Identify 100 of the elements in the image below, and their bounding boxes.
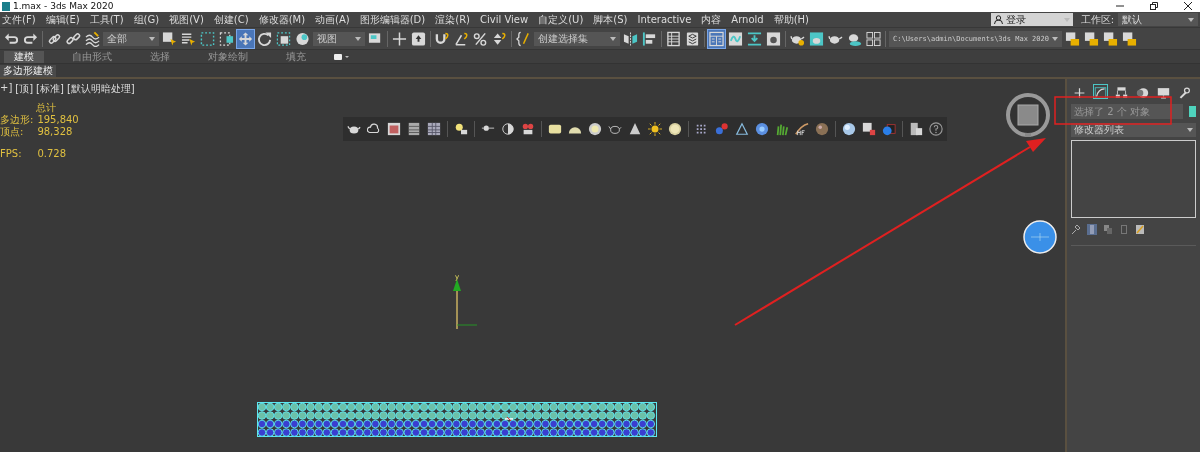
wave-icon xyxy=(85,30,100,47)
table-icon xyxy=(666,30,681,47)
menu-item[interactable]: 内容 xyxy=(701,12,722,27)
menu-item[interactable]: 视图(V) xyxy=(169,12,204,27)
camera-icon[interactable] xyxy=(521,122,535,136)
toolbar-button[interactable] xyxy=(665,29,682,48)
copy-icon[interactable] xyxy=(1103,224,1113,235)
menu-item[interactable]: 图形编辑器(D) xyxy=(359,12,426,27)
menu-item[interactable]: Interactive xyxy=(637,12,692,27)
toolbar-button[interactable] xyxy=(1063,29,1081,48)
ribbon-tab[interactable]: 对象绘制 xyxy=(198,50,258,63)
toolbar-button[interactable] xyxy=(84,29,101,48)
caret-icon xyxy=(1188,17,1194,22)
toolbar-button[interactable] xyxy=(1120,29,1138,48)
display-toggle-icon[interactable] xyxy=(334,52,350,61)
sphere-icon[interactable] xyxy=(842,122,856,136)
toolbar-button[interactable] xyxy=(256,29,273,48)
menu-item[interactable]: 文件(F) xyxy=(2,12,36,27)
sun-icon[interactable] xyxy=(648,122,662,136)
toolbar-button[interactable] xyxy=(1082,29,1100,48)
menu-item[interactable]: Arnold xyxy=(731,12,764,27)
cloud-icon[interactable] xyxy=(367,122,381,136)
workspace-dropdown[interactable]: 默认 xyxy=(1118,13,1198,26)
broken-link-icon xyxy=(66,30,81,47)
command-panel-tab[interactable] xyxy=(1073,85,1086,98)
toolbar-button[interactable] xyxy=(275,29,292,48)
menu-item[interactable]: 组(G) xyxy=(133,12,160,27)
toolbar-dropdown[interactable]: 视图 xyxy=(313,31,365,46)
command-panel-tab[interactable] xyxy=(1115,85,1128,98)
ribbon-tab[interactable]: 自由形式 xyxy=(62,50,122,63)
hf-icon[interactable] xyxy=(795,122,809,136)
toolbar-button[interactable] xyxy=(746,29,763,48)
image-lock-icon[interactable] xyxy=(862,122,876,136)
ribbon-tab[interactable]: 建模 xyxy=(4,50,44,63)
download-icon xyxy=(747,30,762,47)
toolbar-button[interactable] xyxy=(161,29,178,48)
tent-icon[interactable] xyxy=(735,122,749,136)
toolbar-button[interactable] xyxy=(1101,29,1119,48)
pin-icon[interactable] xyxy=(1071,224,1081,235)
toolbar-dropdown[interactable]: 全部 xyxy=(103,31,159,46)
modifier-stack-panel[interactable] xyxy=(1071,140,1196,218)
menu-item[interactable]: 修改器(M) xyxy=(258,12,306,27)
bulb-icon[interactable] xyxy=(454,122,468,136)
dashed-square-icon xyxy=(219,30,234,47)
toolbar-button[interactable] xyxy=(218,29,235,48)
menu-item[interactable]: 脚本(S) xyxy=(593,12,628,27)
stat-label: 顶点: xyxy=(0,126,25,138)
grass-icon[interactable] xyxy=(775,122,789,136)
phone-window-icon[interactable] xyxy=(909,122,923,136)
window-title: 1.max - 3ds Max 2020 xyxy=(13,0,114,12)
viewport-label[interactable]: +] xyxy=(0,82,13,96)
half-moon-icon[interactable] xyxy=(501,122,515,136)
disk-icon[interactable] xyxy=(668,122,682,136)
menu-item[interactable]: 工具(T) xyxy=(89,12,124,27)
object-color-swatch[interactable] xyxy=(1189,106,1196,117)
viewport-label[interactable]: [顶] xyxy=(15,82,34,96)
menu-item[interactable]: 编辑(E) xyxy=(45,12,80,27)
sphere-box-icon[interactable] xyxy=(882,122,896,136)
menu-item[interactable]: 动画(A) xyxy=(315,12,350,27)
window-icon[interactable] xyxy=(387,122,401,136)
navigation-wheel-icon[interactable] xyxy=(1023,220,1057,254)
table-icon[interactable] xyxy=(407,122,421,136)
command-panel-tab[interactable] xyxy=(1094,85,1107,98)
help-icon[interactable] xyxy=(929,122,943,136)
cone-icon[interactable] xyxy=(628,122,642,136)
command-panel-tab[interactable] xyxy=(1157,85,1170,98)
caret-icon xyxy=(1187,128,1193,132)
ball-pair-icon[interactable] xyxy=(715,122,729,136)
monitor-icon xyxy=(1157,85,1170,101)
toolbar-button[interactable] xyxy=(391,29,408,48)
ribbon-tab[interactable]: 选择 xyxy=(140,50,180,63)
rectangle-icon[interactable] xyxy=(548,122,562,136)
toolbar-button[interactable] xyxy=(765,29,782,48)
command-panel-tab[interactable] xyxy=(1178,85,1191,98)
table-icon[interactable] xyxy=(427,122,441,136)
toolbar-button[interactable] xyxy=(727,29,744,48)
toolbar-button[interactable] xyxy=(641,29,658,48)
viewport-label[interactable]: [标准] xyxy=(36,82,64,96)
toolbar-button[interactable] xyxy=(808,29,825,48)
angle-snap-icon xyxy=(454,30,469,47)
menu-item[interactable]: Civil View xyxy=(480,12,529,27)
toolbar-button[interactable] xyxy=(684,29,701,48)
toolbar-button[interactable] xyxy=(410,29,427,48)
command-panel-tab[interactable] xyxy=(1136,85,1149,98)
globe-icon[interactable] xyxy=(755,122,769,136)
disk-icon[interactable] xyxy=(588,122,602,136)
viewport-label[interactable]: [默认明暗处理] xyxy=(66,82,135,96)
ribbon-tab[interactable]: 填充 xyxy=(276,50,316,63)
menu-item[interactable]: 创建(C) xyxy=(213,12,249,27)
textured-sphere-icon[interactable] xyxy=(815,122,829,136)
menu-item[interactable]: 帮助(H) xyxy=(773,12,809,27)
menu-item[interactable]: 自定义(U) xyxy=(538,12,584,27)
toolbar-button[interactable] xyxy=(865,29,882,48)
account-dropdown[interactable]: 登录 xyxy=(990,13,1073,26)
menu-item[interactable]: 渲染(R) xyxy=(435,12,470,27)
configure-icon[interactable] xyxy=(1135,224,1145,235)
toolbar-button[interactable] xyxy=(622,29,639,48)
dot-grid-icon[interactable] xyxy=(695,122,709,136)
toolbar-dropdown[interactable]: 创建选择集 xyxy=(534,31,620,46)
view-cube-drawing[interactable] xyxy=(1005,92,1051,138)
